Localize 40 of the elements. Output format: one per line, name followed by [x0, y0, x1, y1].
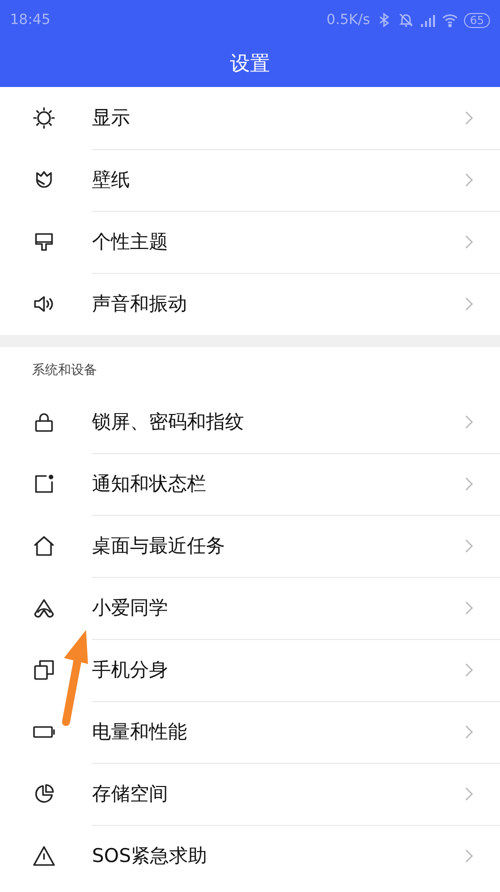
- settings-item[interactable]: 电量和性能: [92, 718, 464, 744]
- settings-item[interactable]: 个性主题: [92, 228, 464, 254]
- page-title: 设置: [230, 50, 270, 77]
- chevron-icon: [464, 476, 474, 492]
- chevron-icon: [464, 414, 474, 430]
- chevron-icon: [464, 786, 474, 802]
- settings-item[interactable]: 手机分身: [92, 656, 464, 682]
- chevron-icon: [464, 110, 474, 126]
- chevron-icon: [464, 662, 474, 678]
- notification-icon: [32, 472, 56, 496]
- settings-item[interactable]: 通知和状态栏: [92, 470, 464, 496]
- settings-item[interactable]: 显示: [92, 104, 464, 130]
- settings-item[interactable]: 壁纸: [92, 166, 464, 192]
- chevron-icon: [464, 848, 474, 864]
- settings-item[interactable]: 锁屏、密码和指纹: [92, 408, 464, 434]
- chevron-icon: [464, 600, 474, 616]
- copy-icon: [32, 658, 56, 682]
- brush-icon: [32, 230, 56, 254]
- clock-time: 18:45: [10, 12, 50, 28]
- chevron-icon: [464, 234, 474, 250]
- sun-icon: [32, 106, 56, 130]
- chevron-icon: [464, 296, 474, 312]
- home-icon: [32, 534, 56, 558]
- settings-item[interactable]: 桌面与最近任务: [92, 532, 464, 558]
- settings-item[interactable]: 存储空间: [92, 780, 464, 806]
- network-speed: 0.5K/s: [326, 12, 370, 28]
- knot-icon: [32, 596, 56, 620]
- settings-item[interactable]: SOS紧急求助: [92, 843, 464, 869]
- settings-item[interactable]: 声音和振动: [92, 291, 464, 317]
- lock-icon: [32, 410, 56, 434]
- settings-item[interactable]: 小爱同学: [92, 594, 464, 620]
- wifi-icon: [442, 12, 458, 28]
- signal-icon: [420, 12, 436, 28]
- chevron-icon: [464, 538, 474, 554]
- warning-icon: [32, 844, 56, 868]
- chevron-icon: [464, 172, 474, 188]
- section-header: 系统和设备: [31, 362, 98, 380]
- battery-level: 65: [464, 12, 490, 28]
- chevron-icon: [464, 724, 474, 740]
- muted-bell-icon: [398, 12, 414, 28]
